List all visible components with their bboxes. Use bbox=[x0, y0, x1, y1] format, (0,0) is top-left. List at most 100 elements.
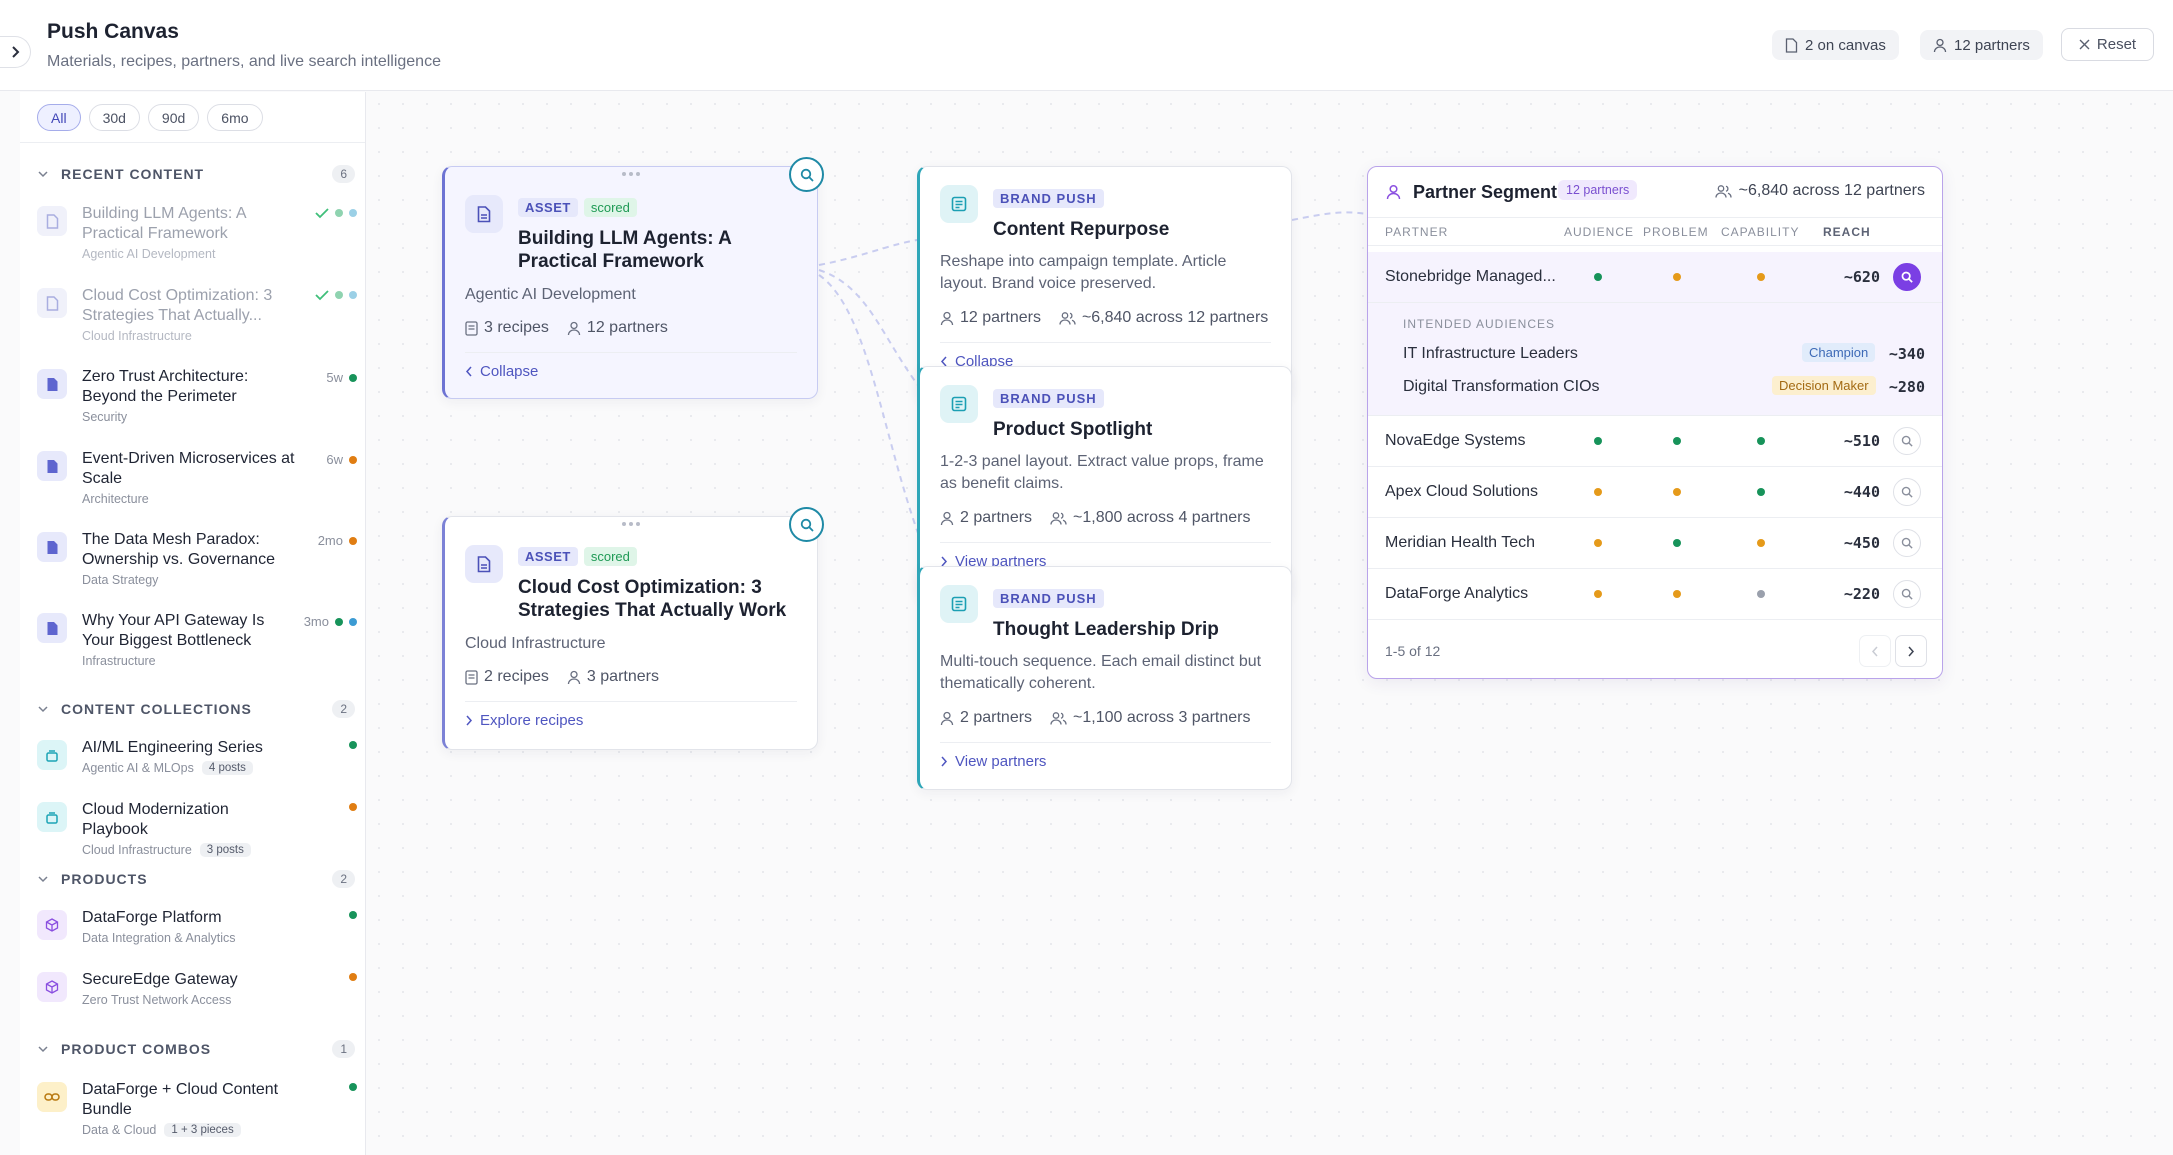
section-recent-content[interactable]: RECENT CONTENT 6 bbox=[37, 163, 355, 185]
on-canvas-badge: 2 on canvas bbox=[1772, 30, 1899, 60]
filter-90d[interactable]: 90d bbox=[147, 104, 200, 131]
chevron-left-icon bbox=[1871, 646, 1878, 656]
drag-handle[interactable] bbox=[622, 522, 640, 526]
item-pill: 1 + 3 pieces bbox=[164, 1123, 241, 1137]
search-icon bbox=[800, 168, 814, 182]
table-row[interactable]: Stonebridge Managed... ~620 bbox=[1368, 252, 1942, 303]
item-category: Data Strategy bbox=[82, 573, 159, 587]
expanded-label: INTENDED AUDIENCES bbox=[1403, 317, 1556, 331]
asset-card[interactable]: ASSET scored Cloud Cost Optimization: 3 … bbox=[442, 516, 818, 750]
search-icon bbox=[1901, 537, 1913, 549]
push-tag: BRAND PUSH bbox=[993, 589, 1104, 608]
brand-push-card[interactable]: BRAND PUSH Content Repurpose Reshape int… bbox=[917, 166, 1292, 399]
search-intel-button[interactable] bbox=[789, 507, 824, 542]
expand-sidebar-button[interactable] bbox=[0, 36, 31, 68]
document-icon bbox=[465, 195, 503, 233]
prev-page-button[interactable] bbox=[1859, 635, 1891, 667]
item-status bbox=[315, 207, 357, 219]
document-icon bbox=[37, 613, 67, 643]
brand-push-card[interactable]: BRAND PUSH Thought Leadership Drip Multi… bbox=[917, 566, 1292, 790]
next-page-button[interactable] bbox=[1895, 635, 1927, 667]
section-content-collections[interactable]: CONTENT COLLECTIONS 2 bbox=[37, 698, 355, 720]
item-name: The Data Mesh Paradox: Ownership vs. Gov… bbox=[82, 531, 275, 568]
link-label: Collapse bbox=[480, 363, 539, 380]
intended-audiences: INTENDED AUDIENCES IT Infrastructure Lea… bbox=[1368, 303, 1942, 416]
filter-all[interactable]: All bbox=[37, 104, 81, 131]
divider bbox=[20, 142, 365, 143]
chevron-down-icon bbox=[37, 168, 51, 180]
check-icon bbox=[315, 290, 329, 301]
search-partner-button[interactable] bbox=[1893, 478, 1921, 506]
status-dot bbox=[335, 617, 343, 626]
divider bbox=[465, 352, 797, 353]
chevron-right-icon bbox=[466, 715, 473, 726]
table-row[interactable]: Meridian Health Tech ~450 bbox=[1368, 518, 1942, 569]
explore-recipes-link[interactable]: Explore recipes bbox=[465, 712, 583, 729]
item-age: 2mo bbox=[317, 533, 343, 548]
template-icon bbox=[940, 585, 978, 623]
chevron-down-icon bbox=[37, 1043, 51, 1055]
problem-dot bbox=[1673, 437, 1681, 445]
divider bbox=[940, 342, 1271, 343]
filter-30d[interactable]: 30d bbox=[88, 104, 140, 131]
chevron-down-icon bbox=[37, 703, 51, 715]
section-label: RECENT CONTENT bbox=[61, 166, 205, 182]
close-icon bbox=[2079, 39, 2090, 50]
reach-text: ~6,840 across 12 partners bbox=[1738, 182, 1925, 199]
partner-name: Apex Cloud Solutions bbox=[1385, 483, 1538, 500]
table-row[interactable]: NovaEdge Systems ~510 bbox=[1368, 416, 1942, 467]
status-dot bbox=[335, 209, 343, 217]
status-dot bbox=[349, 617, 357, 626]
item-category: Cloud Infrastructure bbox=[82, 329, 192, 343]
table-row[interactable]: DataForge Analytics ~220 bbox=[1368, 569, 1942, 620]
status-dot bbox=[349, 373, 357, 382]
layers-icon bbox=[37, 740, 67, 770]
reach-estimate: ~1,800 across 4 partners bbox=[1073, 509, 1251, 526]
section-product-combos[interactable]: PRODUCT COMBOS 1 bbox=[37, 1038, 355, 1060]
collapse-link[interactable]: Collapse bbox=[465, 363, 538, 380]
section-label: PRODUCT COMBOS bbox=[61, 1041, 212, 1057]
view-partners-link[interactable]: View partners bbox=[940, 753, 1046, 770]
document-icon bbox=[37, 532, 67, 562]
capability-dot bbox=[1757, 437, 1765, 445]
page-subtitle: Materials, recipes, partners, and live s… bbox=[47, 53, 441, 70]
user-icon bbox=[940, 311, 954, 325]
section-count: 2 bbox=[332, 700, 355, 718]
push-title: Content Repurpose bbox=[993, 219, 1170, 240]
partner-reach: ~620 bbox=[1843, 268, 1880, 286]
section-products[interactable]: PRODUCTS 2 bbox=[37, 868, 355, 890]
cube-icon bbox=[37, 910, 67, 940]
item-status: 2mo bbox=[318, 533, 357, 548]
search-partner-button[interactable] bbox=[1893, 580, 1921, 608]
search-partner-button[interactable] bbox=[1893, 263, 1921, 291]
item-category: Agentic AI Development bbox=[82, 247, 216, 261]
item-category: Architecture bbox=[82, 492, 149, 506]
audience-dot bbox=[1594, 488, 1602, 496]
search-intel-button[interactable] bbox=[789, 157, 824, 192]
item-age: 5w bbox=[326, 370, 343, 385]
search-partner-button[interactable] bbox=[1893, 529, 1921, 557]
audience-dot bbox=[1594, 539, 1602, 547]
reset-button[interactable]: Reset bbox=[2061, 28, 2154, 61]
push-canvas[interactable]: ASSET scored Building LLM Agents: A Prac… bbox=[367, 92, 2173, 1155]
link-icon bbox=[37, 1082, 67, 1112]
scored-badge: scored bbox=[583, 198, 637, 217]
table-row[interactable]: Apex Cloud Solutions ~440 bbox=[1368, 467, 1942, 518]
status-dot bbox=[349, 1083, 357, 1091]
item-status bbox=[349, 803, 357, 811]
chevron-right-icon bbox=[941, 756, 948, 767]
document-icon bbox=[37, 451, 67, 481]
drag-handle[interactable] bbox=[622, 172, 640, 176]
asset-card[interactable]: ASSET scored Building LLM Agents: A Prac… bbox=[442, 166, 818, 399]
panel-title: Partner Segment bbox=[1413, 182, 1558, 202]
item-status bbox=[315, 289, 357, 301]
search-icon bbox=[1901, 271, 1913, 283]
section-count: 6 bbox=[332, 165, 355, 183]
recipe-icon bbox=[465, 320, 478, 336]
search-partner-button[interactable] bbox=[1893, 427, 1921, 455]
status-dot bbox=[335, 291, 343, 299]
brand-push-card[interactable]: BRAND PUSH Product Spotlight 1-2-3 panel… bbox=[917, 366, 1292, 599]
users-icon bbox=[1050, 711, 1067, 725]
filter-6mo[interactable]: 6mo bbox=[207, 104, 263, 131]
item-name: SecureEdge Gateway bbox=[82, 971, 238, 988]
